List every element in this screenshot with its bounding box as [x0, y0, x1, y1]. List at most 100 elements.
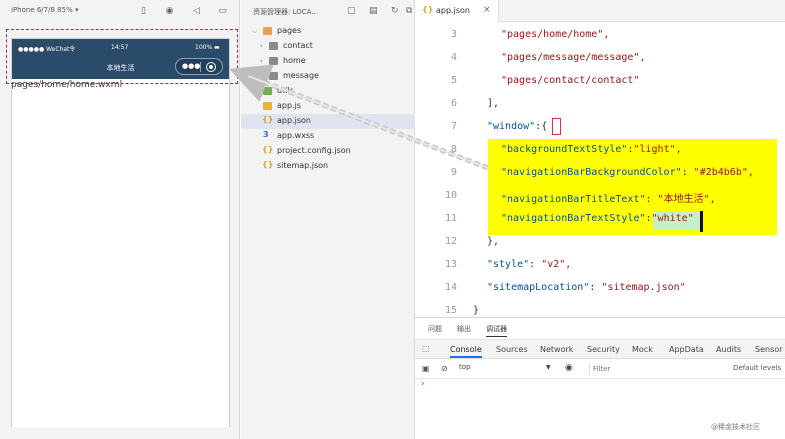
context-select[interactable]: top — [459, 363, 555, 375]
tab-console[interactable]: Console — [450, 345, 482, 358]
tree-label: app.js — [277, 101, 301, 110]
json-colon: : — [645, 194, 658, 205]
code-line: 12 }, — [415, 233, 785, 253]
phone-screen: ●●●●● WeChat令 14:57 100% ▬ 本地生活 ●●● — [11, 38, 230, 427]
tab-problems[interactable]: 问题 — [428, 324, 442, 334]
code-text: "backgroundTextStyle":"light", — [501, 144, 682, 155]
line-number: 4 — [450, 52, 457, 63]
tab-debugger[interactable]: 调试器 — [486, 324, 507, 337]
rotate-icon[interactable]: ▭ — [217, 6, 228, 17]
tree-item-message[interactable]: › message — [241, 69, 415, 84]
tree-item-app-wxss[interactable]: 3 app.wxss — [241, 129, 415, 144]
folder-icon — [263, 87, 272, 95]
debug-panel: 问题 输出 调试器 ⬚ Console Sources Network Secu… — [415, 317, 785, 439]
filter-input[interactable] — [589, 363, 729, 375]
json-value: "本地生活", — [657, 194, 716, 205]
tree-label: app.json — [277, 116, 311, 125]
code-editor[interactable]: {} app.json × 3 "pages/home/home", 4 "pa… — [415, 0, 785, 317]
tree-item-app-js[interactable]: app.js — [241, 99, 415, 114]
folder-icon — [269, 57, 278, 65]
tree-item-pages[interactable]: ⌵ pages — [241, 24, 415, 39]
tree-item-utils[interactable]: › utils — [241, 84, 415, 99]
console-prompt[interactable]: › — [421, 379, 425, 389]
json-key: "navigationBarBackgroundColor" — [501, 167, 682, 178]
watermark: @稀金技术社区 — [711, 423, 760, 431]
tab-sensor[interactable]: Sensor — [755, 345, 782, 354]
code-text: "style": "v2", — [487, 259, 571, 270]
folder-icon — [269, 72, 278, 80]
tree-item-home[interactable]: › home — [241, 54, 415, 69]
line-number: 5 — [450, 75, 457, 86]
json-colon: : — [589, 282, 602, 293]
tab-output[interactable]: 输出 — [457, 324, 471, 334]
chevron-right-icon: › — [260, 42, 263, 50]
tree-label: pages — [277, 26, 302, 35]
tab-app-json[interactable]: {} app.json × — [415, 0, 499, 22]
json-colon: : — [681, 167, 694, 178]
json-punct: :{ — [535, 121, 548, 132]
json-colon: : — [529, 259, 542, 270]
line-number: 13 — [444, 259, 457, 270]
code-text: "pages/contact/contact" — [501, 75, 640, 86]
tree-label: utils — [277, 86, 294, 95]
code-text: "sitemapLocation": "sitemap.json" — [487, 282, 686, 293]
tree-item-contact[interactable]: › contact — [241, 39, 415, 54]
tab-network[interactable]: Network — [540, 345, 573, 354]
code-text: "pages/home/home", — [501, 29, 610, 40]
line-number: 9 — [450, 167, 457, 178]
record-icon[interactable]: ◉ — [164, 6, 175, 17]
eye-icon[interactable]: ◉ — [565, 363, 573, 373]
close-icon[interactable]: × — [483, 5, 491, 15]
phone-icon[interactable]: ▯ — [138, 6, 149, 17]
code-line: 9 "navigationBarBackgroundColor": "#2b4b… — [415, 164, 785, 184]
new-folder-icon[interactable]: ▤ — [369, 6, 379, 16]
json-file-icon: {} — [262, 145, 274, 154]
json-value: "#2b4b6b", — [693, 167, 754, 178]
tree-label: project.config.json — [277, 146, 351, 155]
code-text: "window":{ — [487, 121, 547, 132]
folder-open-icon — [263, 27, 272, 35]
new-file-icon[interactable]: ▢ — [347, 6, 357, 16]
simulator-toolbar: iPhone 6/7/8 85% ▾ ▯ ◉ ◁ ▭ — [0, 0, 240, 24]
code-line: 10 "navigationBarTitleText": "本地生活", — [415, 187, 785, 207]
code-line: 4 "pages/message/message", — [415, 49, 785, 69]
json-key: "navigationBarTitleText" — [501, 194, 646, 205]
tree-item-project-config[interactable]: {} project.config.json — [241, 144, 415, 159]
tree-label: contact — [283, 41, 313, 50]
code-line: 6 ], — [415, 95, 785, 115]
tab-audits[interactable]: Audits — [716, 345, 741, 354]
tree-item-app-json[interactable]: {} app.json — [241, 114, 415, 129]
tab-mock[interactable]: Mock — [632, 345, 653, 354]
refresh-icon[interactable]: ↻ — [391, 6, 401, 16]
code-text: ], — [487, 98, 500, 109]
code-line: 7 "window":{ — [415, 118, 785, 138]
json-key: "style" — [487, 259, 530, 270]
clear-console-icon[interactable]: ⊘ — [441, 364, 448, 373]
tree-item-sitemap[interactable]: {} sitemap.json — [241, 159, 415, 174]
device-selector[interactable]: iPhone 6/7/8 85% ▾ — [11, 6, 78, 14]
chevron-right-icon: › — [252, 87, 255, 95]
volume-icon[interactable]: ◁ — [191, 6, 202, 17]
json-file-icon: {} — [422, 5, 434, 14]
inspect-icon[interactable]: ⬚ — [422, 344, 430, 353]
json-value: "white" — [651, 213, 694, 224]
js-file-icon — [263, 102, 272, 110]
devtools-tabs: ⬚ Console Sources Network Security Mock … — [415, 340, 785, 359]
explorer-title: 资源管理器: LOCA... — [253, 8, 318, 16]
tab-sources[interactable]: Sources — [496, 345, 528, 354]
css-file-icon: 3 — [263, 130, 269, 139]
levels-select[interactable]: Default levels — [733, 364, 781, 372]
sidebar-toggle-icon[interactable]: ▣ — [422, 364, 430, 373]
line-number: 12 — [444, 236, 457, 247]
tree-label: home — [283, 56, 306, 65]
file-explorer: 资源管理器: LOCA... ▢ ▤ ↻ ⧉ ⌵ pages › contact… — [241, 0, 415, 439]
json-value: "light", — [633, 144, 682, 155]
tab-security[interactable]: Security — [587, 345, 620, 354]
tab-appdata[interactable]: AppData — [669, 345, 704, 354]
line-number: 6 — [450, 98, 457, 109]
chevron-down-icon: ⌵ — [252, 27, 258, 35]
json-file-icon: {} — [262, 115, 274, 124]
tab-label: app.json — [436, 6, 470, 15]
line-number: 15 — [444, 305, 457, 316]
code-text: "navigationBarTextStyle":"white" — [501, 213, 694, 224]
